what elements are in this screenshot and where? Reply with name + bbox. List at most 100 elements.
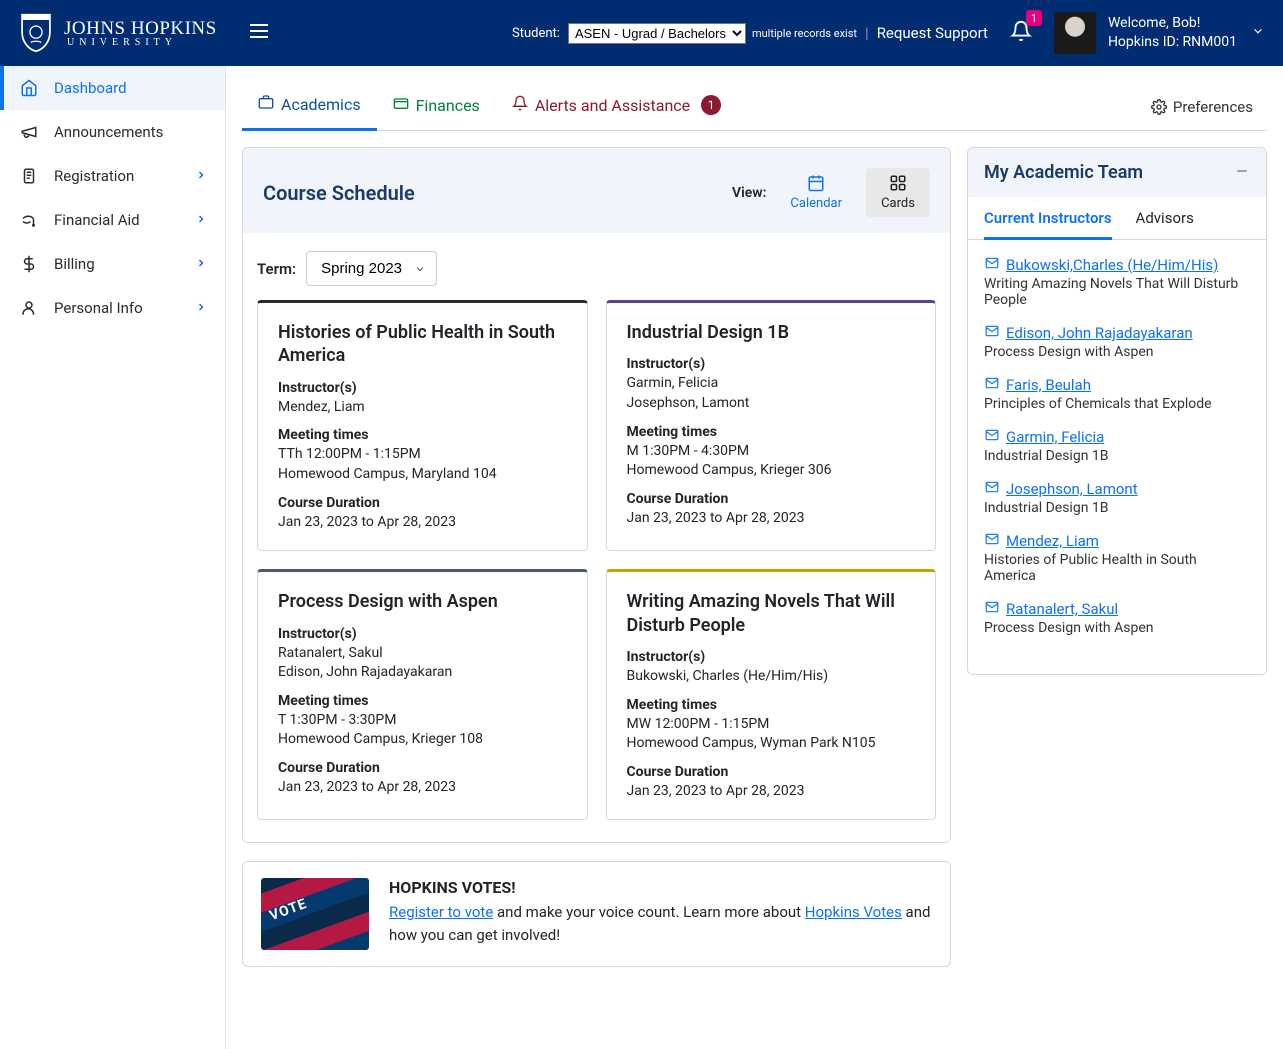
instructor-course: Writing Amazing Novels That Will Disturb… bbox=[984, 276, 1250, 308]
instructor-link[interactable]: Mendez, Liam bbox=[1006, 532, 1099, 550]
chevron-right-icon bbox=[195, 299, 207, 317]
sidebar-icon bbox=[18, 211, 40, 229]
instructors-value: Ratanalert, SakulEdison, John Rajadayaka… bbox=[278, 644, 567, 683]
meeting-value: MW 12:00PM - 1:15PMHomewood Campus, Wyma… bbox=[627, 715, 916, 754]
sidebar-icon bbox=[18, 255, 40, 273]
instructor-block: Bukowski,Charles (He/Him/His) Writing Ama… bbox=[984, 256, 1250, 308]
tab-alerts-label: Alerts and Assistance bbox=[535, 96, 690, 115]
request-support-link[interactable]: Request Support bbox=[877, 24, 988, 42]
instructor-link[interactable]: Garmin, Felicia bbox=[1006, 428, 1104, 446]
team-body: Bukowski,Charles (He/Him/His) Writing Ama… bbox=[968, 240, 1266, 674]
course-card[interactable]: Writing Amazing Novels That Will Disturb… bbox=[606, 569, 937, 820]
account-menu-toggle[interactable] bbox=[1251, 24, 1265, 42]
course-schedule-panel: Course Schedule View: Calendar Cards bbox=[242, 147, 951, 843]
multiple-records-text: multiple records exist bbox=[752, 27, 857, 40]
instructor-link[interactable]: Edison, John Rajadayakaran bbox=[1006, 324, 1193, 342]
tab-finances[interactable]: Finances bbox=[377, 85, 496, 129]
view-cards-label: Cards bbox=[881, 196, 915, 211]
tab-advisors[interactable]: Advisors bbox=[1136, 209, 1194, 239]
duration-label: Course Duration bbox=[278, 760, 567, 776]
instructor-link[interactable]: Bukowski,Charles (He/Him/His) bbox=[1006, 256, 1218, 274]
course-title: Writing Amazing Novels That Will Disturb… bbox=[627, 590, 916, 637]
view-cards-button[interactable]: Cards bbox=[866, 168, 930, 217]
instructors-label: Instructor(s) bbox=[627, 356, 916, 372]
instructor-link[interactable]: Ratanalert, Sakul bbox=[1006, 600, 1118, 618]
meeting-label: Meeting times bbox=[278, 693, 567, 709]
term-select[interactable]: Spring 2023 bbox=[306, 251, 437, 286]
instructor-link[interactable]: Faris, Beulah bbox=[1006, 376, 1091, 394]
sidebar-item-announcements[interactable]: Announcements bbox=[0, 110, 225, 154]
instructor-block: Edison, John Rajadayakaran Process Design… bbox=[984, 324, 1250, 360]
duration-value: Jan 23, 2023 to Apr 28, 2023 bbox=[278, 778, 567, 798]
instructors-value: Mendez, Liam bbox=[278, 398, 567, 418]
votes-title: HOPKINS VOTES! bbox=[389, 878, 932, 897]
course-title: Histories of Public Health in South Amer… bbox=[278, 321, 567, 368]
sidebar-item-dashboard[interactable]: Dashboard bbox=[0, 66, 225, 110]
avatar[interactable] bbox=[1054, 12, 1096, 54]
instructor-course: Industrial Design 1B bbox=[984, 500, 1250, 516]
chevron-right-icon bbox=[195, 167, 207, 185]
tab-academics[interactable]: Academics bbox=[242, 84, 377, 131]
sidebar-icon bbox=[18, 299, 40, 317]
course-card[interactable]: Histories of Public Health in South Amer… bbox=[257, 300, 588, 551]
view-calendar-label: Calendar bbox=[790, 196, 842, 211]
collapse-button[interactable] bbox=[1234, 163, 1250, 183]
duration-value: Jan 23, 2023 to Apr 28, 2023 bbox=[278, 513, 567, 533]
notifications-button[interactable]: 1 bbox=[1010, 20, 1032, 46]
duration-label: Course Duration bbox=[278, 495, 567, 511]
menu-toggle-button[interactable] bbox=[247, 19, 271, 47]
welcome-text: Welcome, Bob! bbox=[1108, 14, 1237, 33]
sidebar-item-billing[interactable]: Billing bbox=[0, 242, 225, 286]
chevron-right-icon bbox=[195, 211, 207, 229]
duration-label: Course Duration bbox=[627, 764, 916, 780]
instructor-course: Principles of Chemicals that Explode bbox=[984, 396, 1250, 412]
duration-label: Course Duration bbox=[627, 491, 916, 507]
term-label: Term: bbox=[257, 260, 296, 278]
alerts-badge: 1 bbox=[701, 95, 721, 115]
instructor-course: Process Design with Aspen bbox=[984, 620, 1250, 636]
wallet-icon bbox=[393, 95, 409, 115]
meeting-label: Meeting times bbox=[627, 424, 916, 440]
tab-finances-label: Finances bbox=[416, 96, 480, 115]
mail-icon bbox=[984, 256, 1000, 274]
mail-icon bbox=[984, 376, 1000, 394]
preferences-button[interactable]: Preferences bbox=[1151, 98, 1267, 116]
instructors-value: Garmin, FeliciaJosephson, Lamont bbox=[627, 374, 916, 413]
course-card[interactable]: Process Design with AspenInstructor(s)Ra… bbox=[257, 569, 588, 820]
hopkins-votes-link[interactable]: Hopkins Votes bbox=[805, 903, 902, 921]
course-title: Process Design with Aspen bbox=[278, 590, 567, 613]
welcome-block: Welcome, Bob! Hopkins ID: RNM001 bbox=[1108, 14, 1237, 52]
mail-icon bbox=[984, 600, 1000, 618]
minus-icon bbox=[1234, 163, 1250, 179]
student-select[interactable]: ASEN - Ugrad / Bachelors bbox=[568, 23, 746, 44]
sidebar-item-financial-aid[interactable]: Financial Aid bbox=[0, 198, 225, 242]
instructor-course: Industrial Design 1B bbox=[984, 448, 1250, 464]
sidebar-item-personal-info[interactable]: Personal Info bbox=[0, 286, 225, 330]
instructor-block: Ratanalert, Sakul Process Design with Asp… bbox=[984, 600, 1250, 636]
mail-icon bbox=[984, 324, 1000, 342]
mail-icon bbox=[984, 532, 1000, 550]
notification-badge: 1 bbox=[1026, 10, 1042, 26]
tab-current-instructors[interactable]: Current Instructors bbox=[984, 209, 1112, 240]
duration-value: Jan 23, 2023 to Apr 28, 2023 bbox=[627, 509, 916, 529]
chevron-right-icon bbox=[195, 255, 207, 273]
instructor-course: Process Design with Aspen bbox=[984, 344, 1250, 360]
instructor-course: Histories of Public Health in South Amer… bbox=[984, 552, 1250, 584]
tab-academics-label: Academics bbox=[281, 95, 361, 114]
course-card[interactable]: Industrial Design 1BInstructor(s)Garmin,… bbox=[606, 300, 937, 551]
student-label: Student: bbox=[512, 26, 560, 41]
sidebar-item-registration[interactable]: Registration bbox=[0, 154, 225, 198]
alert-bell-icon bbox=[512, 95, 528, 115]
instructor-block: Faris, Beulah Principles of Chemicals tha… bbox=[984, 376, 1250, 412]
instructor-link[interactable]: Josephson, Lamont bbox=[1006, 480, 1138, 498]
instructors-label: Instructor(s) bbox=[278, 380, 567, 396]
hopkins-id-text: Hopkins ID: RNM001 bbox=[1108, 33, 1237, 52]
sidebar-item-label: Registration bbox=[54, 167, 134, 185]
preferences-label: Preferences bbox=[1173, 98, 1253, 116]
tab-alerts[interactable]: Alerts and Assistance 1 bbox=[496, 85, 737, 129]
university-logo[interactable]: JOHNS HOPKINS UNIVERSITY bbox=[18, 13, 217, 53]
logo-main-text: JOHNS HOPKINS bbox=[64, 19, 217, 38]
register-to-vote-link[interactable]: Register to vote bbox=[389, 903, 493, 921]
view-calendar-button[interactable]: Calendar bbox=[778, 168, 854, 217]
meeting-value: T 1:30PM - 3:30PMHomewood Campus, Kriege… bbox=[278, 711, 567, 750]
